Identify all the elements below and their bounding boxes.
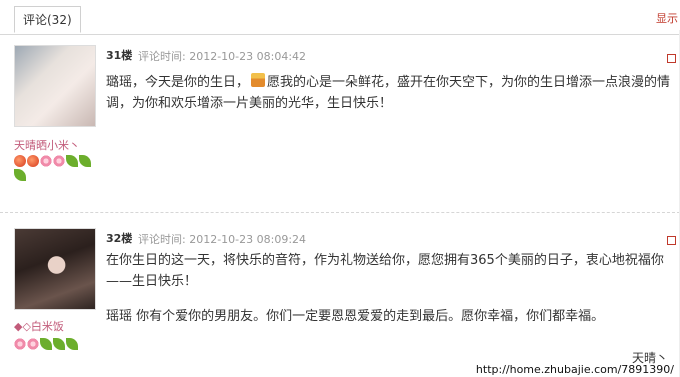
- comment-tabbar: 评论(32) 显示: [0, 0, 680, 35]
- comment-paragraph: 在你生日的这一天，将快乐的音符，作为礼物送给你，愿您拥有365个美丽的日子，衷心…: [106, 253, 664, 289]
- apple-badge-icon: [27, 155, 39, 167]
- comment-time: 评论时间: 2012-10-23 08:09:24: [138, 233, 307, 246]
- comment-time: 评论时间: 2012-10-23 08:04:42: [138, 50, 307, 63]
- comment-divider: [0, 212, 680, 213]
- leaf-badge-icon: [66, 155, 78, 167]
- username-link[interactable]: 天晴晒小米丶: [14, 137, 80, 153]
- floor-number: 32楼: [106, 232, 133, 245]
- leaf-badge-icon: [14, 169, 26, 181]
- comment-paragraph: 瑶瑶 你有个爱你的男朋友。你们一定要恩恩爱爱的走到最后。愿你幸福，你们都幸福。: [106, 309, 605, 324]
- reply-icon[interactable]: [667, 54, 676, 63]
- cake-icon: [251, 73, 266, 87]
- tab-comments[interactable]: 评论(32): [14, 6, 81, 33]
- apple-badge-icon: [14, 155, 26, 167]
- floor-number: 31楼: [106, 49, 133, 62]
- comment-text: 璐瑶，今天是你的生日， 愿我的心是一朵鲜花，盛开在你天空下，为你的生日增添一点浪漫…: [106, 72, 671, 114]
- leaf-badge-icon: [40, 338, 52, 350]
- flower-badge-icon: [27, 338, 39, 350]
- flower-badge-icon: [53, 155, 65, 167]
- flower-badge-icon: [40, 155, 52, 167]
- watermark-url: http://home.zhubajie.com/7891390/: [475, 363, 674, 376]
- comment-text-part: 璐瑶，今天是你的生日，: [106, 75, 250, 90]
- avatar[interactable]: [14, 228, 96, 310]
- leaf-badge-icon: [66, 338, 78, 350]
- leaf-badge-icon: [79, 155, 91, 167]
- flower-badge-icon: [14, 338, 26, 350]
- comment-text: 在你生日的这一天，将快乐的音符，作为礼物送给你，愿您拥有365个美丽的日子，衷心…: [106, 250, 671, 327]
- user-badges: [14, 155, 94, 183]
- show-link[interactable]: 显示: [656, 10, 678, 26]
- username-link[interactable]: ◆◇白米饭: [14, 318, 64, 334]
- user-badges: [14, 338, 94, 352]
- reply-icon[interactable]: [667, 236, 676, 245]
- leaf-badge-icon: [53, 338, 65, 350]
- avatar[interactable]: [14, 45, 96, 127]
